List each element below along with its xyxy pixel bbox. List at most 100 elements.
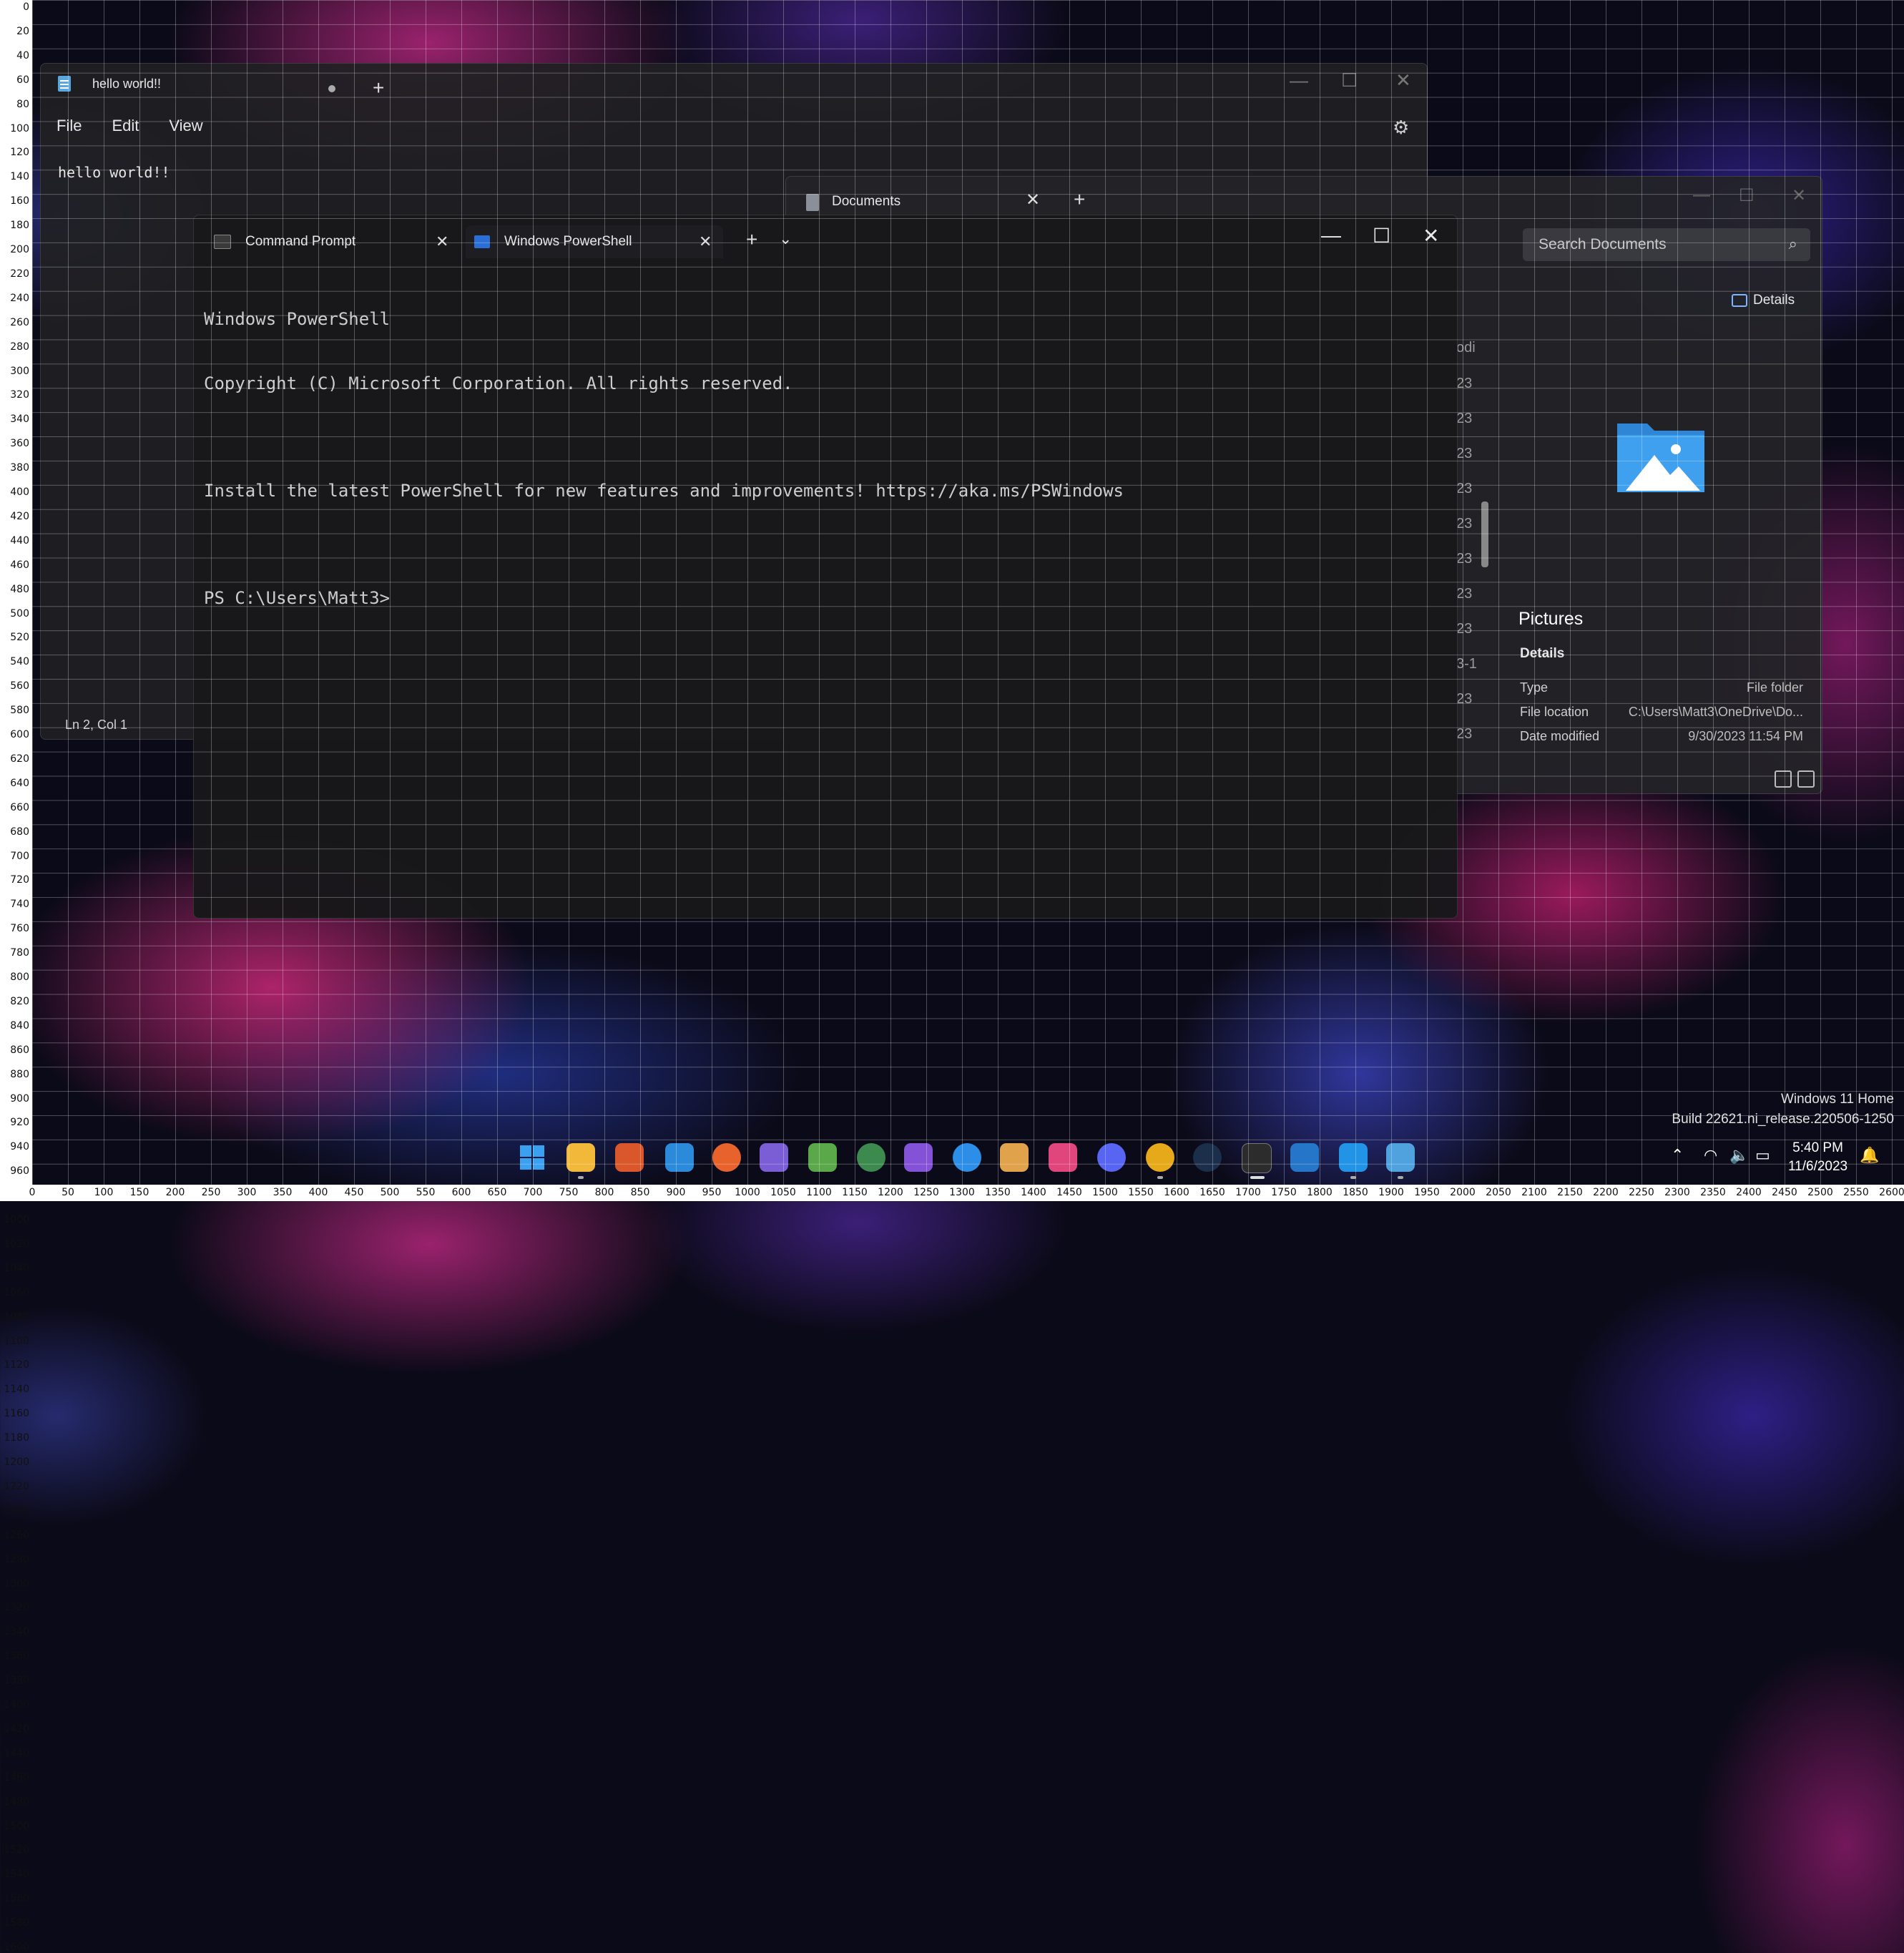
explorer-maximize-icon[interactable]: ☐: [1739, 185, 1755, 206]
y-ruler-label: 60: [16, 74, 29, 86]
y-ruler-label: 1420: [4, 1723, 29, 1735]
notepad-icon[interactable]: [1386, 1143, 1415, 1172]
new-tab-icon[interactable]: +: [746, 228, 757, 251]
game-controller-icon[interactable]: [760, 1143, 788, 1172]
y-ruler-label: 800: [10, 971, 29, 983]
x-ruler-label: 850: [630, 1187, 650, 1198]
x-ruler-label: 800: [594, 1187, 614, 1198]
menu-view[interactable]: View: [169, 117, 202, 135]
vscode-icon[interactable]: [1339, 1143, 1368, 1172]
file-list-scrollbar[interactable]: [1481, 501, 1488, 567]
terminal-window[interactable]: Command Prompt ✕ Windows PowerShell ✕ + …: [193, 215, 1458, 919]
firefox-icon[interactable]: [712, 1143, 741, 1172]
y-ruler-label: 920: [10, 1117, 29, 1129]
menu-file[interactable]: File: [57, 117, 82, 135]
explorer-tab-close-icon[interactable]: ✕: [1026, 190, 1040, 210]
explorer-tab-title[interactable]: Documents: [832, 194, 901, 210]
clock-date: 11/6/2023: [1788, 1159, 1848, 1174]
notepad-tab[interactable]: hello world!!: [58, 71, 394, 97]
minimize-icon[interactable]: —: [1290, 69, 1308, 92]
details-view-icon[interactable]: [1775, 770, 1792, 788]
explorer-new-tab-icon[interactable]: +: [1074, 188, 1085, 211]
tab-close-icon[interactable]: ✕: [699, 232, 712, 251]
x-ruler-label: 1150: [842, 1187, 868, 1198]
terminal-close-icon[interactable]: ✕: [1423, 224, 1439, 248]
start-icon[interactable]: [518, 1143, 546, 1172]
bird-app-icon[interactable]: [1000, 1143, 1029, 1172]
terminal-prompt: PS C:\Users\Matt3>: [204, 588, 391, 608]
y-ruler: 0 20 40 60 80 100 120 140 160 180 200 220 240 260 280 3…: [0, 0, 32, 1953]
terminal-output[interactable]: Windows PowerShell Copyright (C) Microso…: [204, 265, 1124, 652]
y-ruler-label: 840: [10, 1019, 29, 1032]
vmware-icon[interactable]: [665, 1143, 694, 1172]
discord-icon[interactable]: [1097, 1143, 1126, 1172]
y-ruler-label: 1100: [4, 1335, 29, 1347]
slack-icon[interactable]: [1049, 1143, 1077, 1172]
details-button-label: Details: [1753, 293, 1795, 308]
notification-bell-icon[interactable]: 🔔: [1860, 1146, 1879, 1165]
x-ruler-label: 50: [62, 1187, 74, 1198]
notepad-new-tab-icon[interactable]: +: [373, 77, 384, 99]
close-icon[interactable]: ✕: [1395, 69, 1411, 92]
x-ruler-label: 500: [380, 1187, 400, 1198]
chevron-down-icon[interactable]: ⌄: [779, 230, 792, 248]
tab-windows-powershell[interactable]: Windows PowerShell: [466, 225, 723, 258]
battery-icon[interactable]: ▭: [1755, 1146, 1770, 1165]
tab-command-prompt[interactable]: Command Prompt: [214, 225, 450, 258]
menu-edit[interactable]: Edit: [112, 117, 139, 135]
clock-time: 5:40 PM: [1792, 1140, 1843, 1155]
terminal-maximize-icon[interactable]: ☐: [1373, 224, 1390, 248]
layers-app-icon[interactable]: [808, 1143, 837, 1172]
windows-edition-text: Windows 11 Home: [1780, 1092, 1894, 1107]
y-ruler-label: 900: [10, 1092, 29, 1105]
x-ruler-label: 2250: [1629, 1187, 1654, 1198]
y-ruler-label: 1360: [4, 1650, 29, 1663]
view-toggle: [1775, 770, 1815, 788]
notepad-editor[interactable]: hello world!!: [58, 164, 170, 181]
x-ruler-label: 900: [666, 1187, 686, 1198]
file-explorer-icon[interactable]: [566, 1143, 595, 1172]
wifi-icon[interactable]: ◠: [1704, 1146, 1717, 1165]
y-ruler-label: 1440: [4, 1747, 29, 1759]
visual-studio-icon[interactable]: [1290, 1143, 1319, 1172]
file-list-fragment: 23: [1456, 586, 1473, 602]
docker-icon[interactable]: [953, 1143, 981, 1172]
green-app-icon[interactable]: [857, 1143, 885, 1172]
search-icon[interactable]: ⌕: [1789, 235, 1797, 253]
details-pane-icon: [1732, 294, 1747, 307]
x-ruler-label: 750: [559, 1187, 579, 1198]
search-input[interactable]: Search Documents ⌕: [1523, 228, 1810, 261]
maximize-icon[interactable]: ☐: [1341, 69, 1358, 92]
y-ruler-label: 160: [10, 195, 29, 207]
explorer-minimize-icon[interactable]: —: [1693, 185, 1710, 205]
details-pane-button[interactable]: Details: [1732, 293, 1795, 308]
y-ruler-label: 1320: [4, 1602, 29, 1614]
explorer-close-icon[interactable]: ✕: [1792, 185, 1806, 206]
microsoft-store-icon[interactable]: [615, 1143, 644, 1172]
tab-close-icon[interactable]: ✕: [436, 232, 448, 251]
running-indicator: [1398, 1176, 1403, 1179]
y-ruler-label: 1520: [4, 1844, 29, 1856]
y-ruler-label: 460: [10, 559, 29, 571]
tab-label: Command Prompt: [245, 234, 356, 249]
volume-icon[interactable]: 🔈: [1729, 1146, 1749, 1165]
obsidian-icon[interactable]: [904, 1143, 933, 1172]
unsaved-dot-icon[interactable]: [328, 85, 335, 92]
terminal-icon[interactable]: [1242, 1143, 1272, 1173]
chevron-up-icon[interactable]: ⌃: [1671, 1146, 1684, 1165]
steam-icon[interactable]: [1193, 1143, 1222, 1172]
y-ruler-label: 660: [10, 801, 29, 813]
terminal-minimize-icon[interactable]: —: [1321, 224, 1341, 247]
file-list-fragment: 23: [1456, 551, 1473, 567]
taskbar-clock[interactable]: 5:40 PM 11/6/2023: [1788, 1139, 1847, 1176]
chrome-icon[interactable]: [1146, 1143, 1174, 1172]
detail-row: Type File folder: [1520, 680, 1803, 695]
documents-folder-icon: [806, 194, 819, 211]
y-ruler-label: 1560: [4, 1893, 29, 1905]
x-ruler-label: 1600: [1164, 1187, 1189, 1198]
preview-view-icon[interactable]: [1797, 770, 1815, 788]
terminal-line: Install the latest PowerShell for new fe…: [204, 481, 1124, 501]
cmd-icon: [214, 235, 231, 249]
settings-gear-icon[interactable]: ⚙: [1393, 117, 1409, 139]
y-ruler-label: 140: [10, 171, 29, 183]
